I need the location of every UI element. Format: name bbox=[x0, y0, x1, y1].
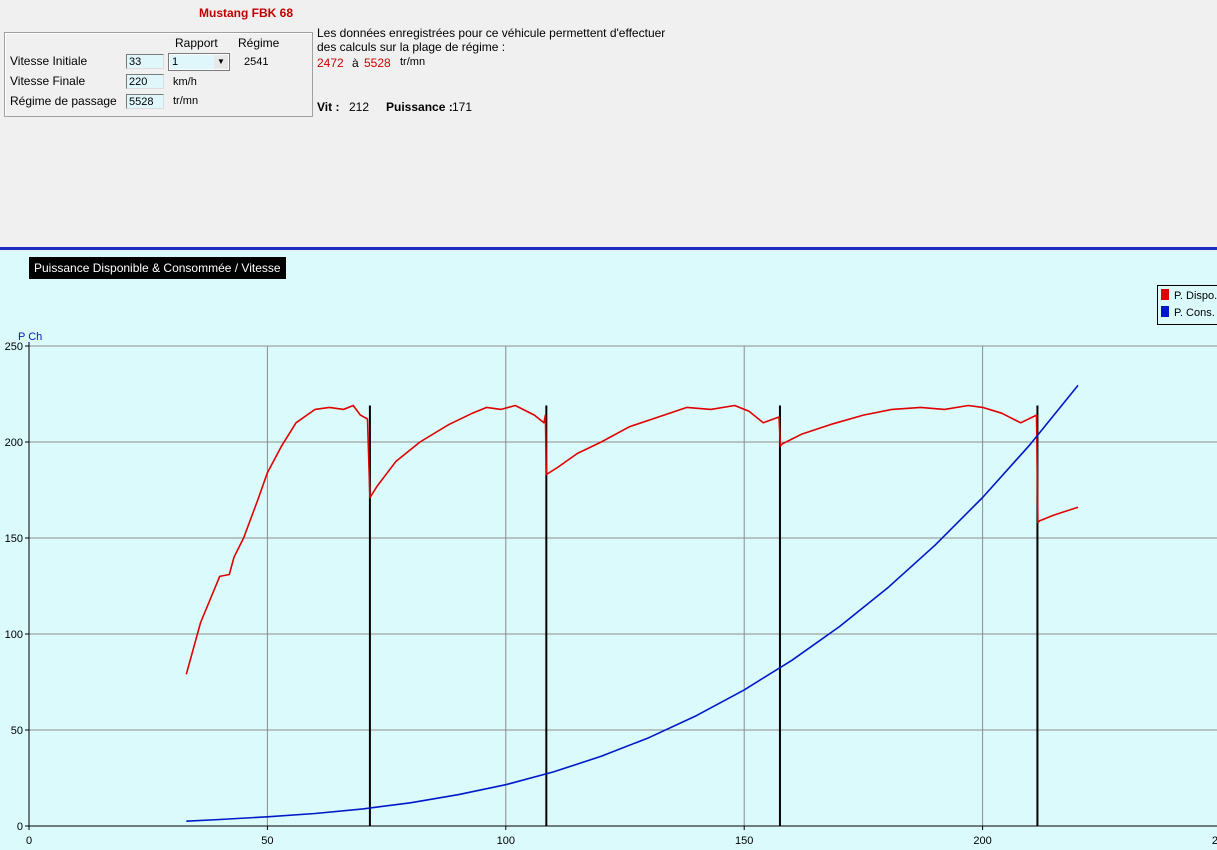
vit-label: Vit : bbox=[317, 100, 340, 114]
x-tick-label: 200 bbox=[973, 835, 991, 847]
y-tick-label: 50 bbox=[11, 725, 23, 737]
y-axis-label: P Ch bbox=[18, 331, 42, 343]
final-speed-label: Vitesse Finale bbox=[10, 74, 86, 88]
legend-label-dispo: P. Dispo. bbox=[1174, 290, 1217, 302]
chevron-down-icon[interactable]: ▼ bbox=[214, 55, 228, 69]
initial-speed-label: Vitesse Initiale bbox=[10, 54, 88, 68]
shift-rpm-label: Régime de passage bbox=[10, 94, 117, 108]
y-tick-label: 100 bbox=[5, 629, 23, 641]
series-cons-line bbox=[186, 384, 1079, 822]
rpm-range-sep: à bbox=[352, 56, 359, 70]
x-tick-label: 150 bbox=[735, 835, 753, 847]
rpm-range-max: 5528 bbox=[364, 56, 391, 70]
vehicle-title: Mustang FBK 68 bbox=[199, 6, 294, 20]
legend-item-cons: P. Cons. bbox=[1161, 305, 1215, 321]
shift-rpm-unit: tr/mn bbox=[173, 95, 199, 107]
power-chart: 050100150200250050100150200250P Ch bbox=[5, 331, 1217, 847]
rapport-select-value: 1 bbox=[170, 55, 216, 69]
info-line-2: des calculs sur la plage de régime : bbox=[317, 40, 506, 54]
final-speed-input[interactable]: 220 bbox=[126, 74, 164, 89]
final-speed-unit: km/h bbox=[173, 76, 197, 88]
settings-panel: Mustang FBK 68 Rapport Régime Vitesse In… bbox=[0, 0, 1217, 247]
regime-header: Régime bbox=[238, 36, 280, 50]
legend-label-cons: P. Cons. bbox=[1174, 307, 1215, 319]
rpm-range-min: 2472 bbox=[317, 56, 344, 70]
chart-panel: 050100150200250050100150200250P Ch Puiss… bbox=[0, 251, 1217, 850]
rapport-header: Rapport bbox=[175, 36, 218, 50]
regime-value: 2541 bbox=[244, 56, 269, 68]
x-tick-label: 50 bbox=[261, 835, 273, 847]
chart-legend: P. Dispo. P. Cons. bbox=[1157, 285, 1217, 325]
x-tick-label: 0 bbox=[26, 835, 32, 847]
vit-value: 212 bbox=[349, 100, 370, 114]
legend-item-dispo: P. Dispo. bbox=[1161, 288, 1217, 304]
initial-speed-input[interactable]: 33 bbox=[126, 54, 164, 69]
y-tick-label: 0 bbox=[17, 821, 23, 833]
rapport-select[interactable]: 1 ▼ bbox=[168, 53, 230, 71]
panel-divider bbox=[0, 247, 1217, 250]
puissance-value: 171 bbox=[452, 100, 473, 114]
legend-swatch-cons bbox=[1161, 306, 1169, 317]
legend-swatch-dispo bbox=[1161, 289, 1169, 300]
x-tick-label: 250 bbox=[1212, 835, 1217, 847]
x-tick-label: 100 bbox=[497, 835, 515, 847]
shift-rpm-input[interactable]: 5528 bbox=[126, 94, 164, 109]
rpm-range-unit: tr/mn bbox=[400, 56, 426, 68]
y-tick-label: 200 bbox=[5, 437, 23, 449]
info-line-1: Les données enregistrées pour ce véhicul… bbox=[317, 26, 666, 40]
y-tick-label: 150 bbox=[5, 533, 23, 545]
chart-title: Puissance Disponible & Consommée / Vites… bbox=[29, 257, 286, 279]
calculation-form: Rapport Régime Vitesse Initiale 33 1 ▼ 2… bbox=[4, 32, 313, 117]
puissance-label: Puissance : bbox=[386, 100, 453, 114]
